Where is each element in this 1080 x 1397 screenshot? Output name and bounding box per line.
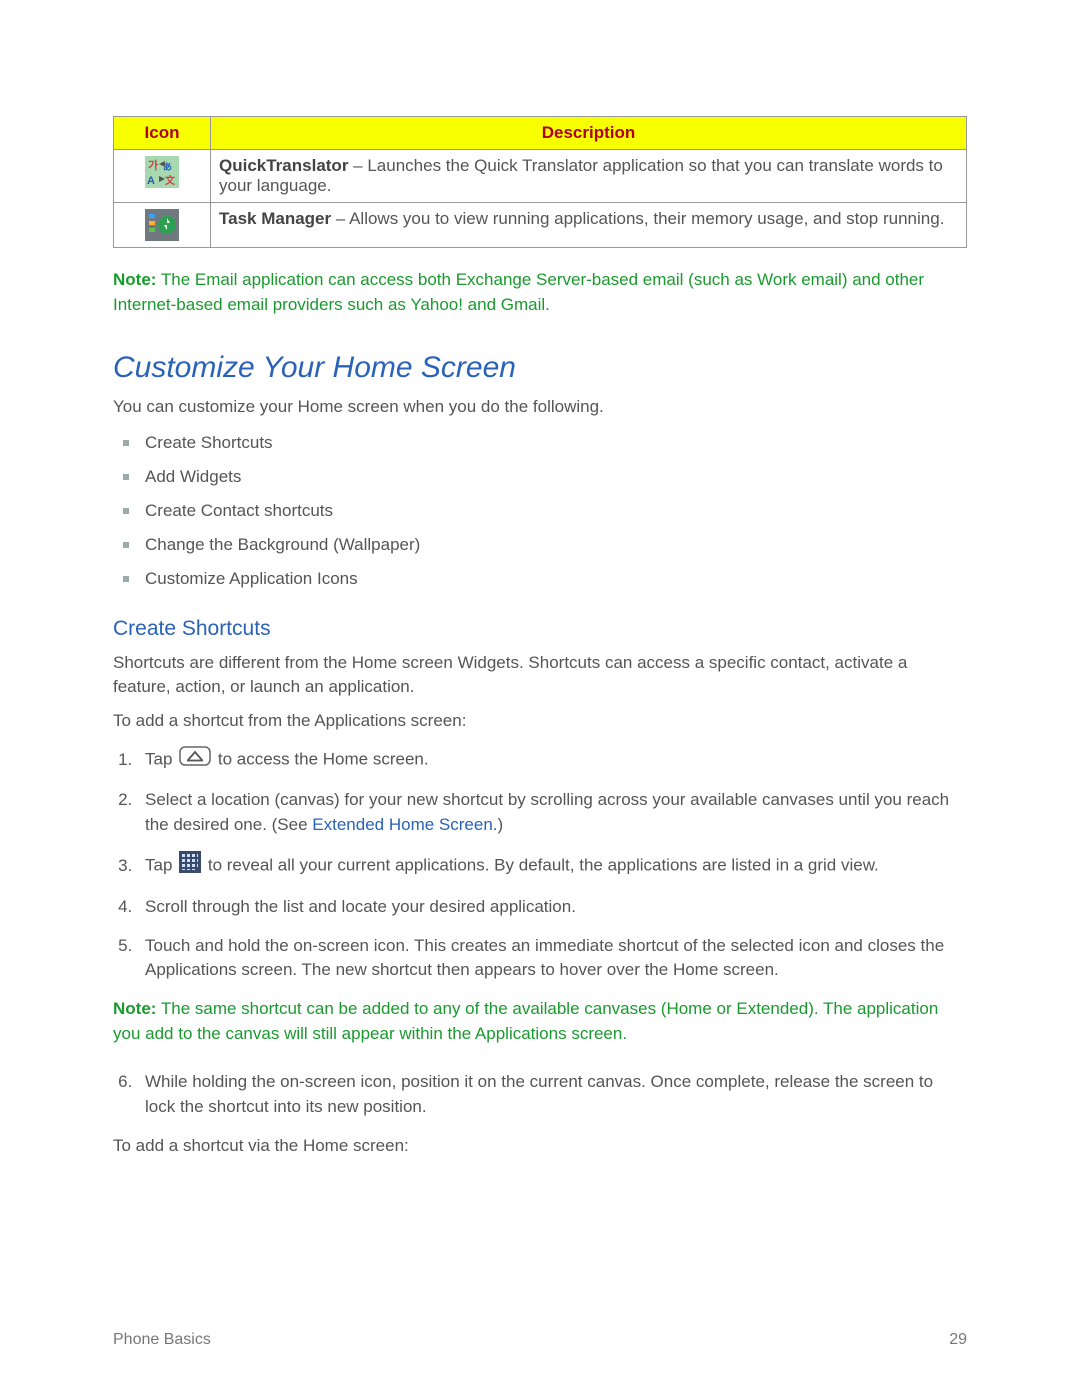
list-item: Change the Background (Wallpaper) [141,535,967,555]
step-1: Tap to access the Home screen. [137,746,967,774]
subsection-title: Create Shortcuts [113,617,967,641]
subsection-intro: Shortcuts are different from the Home sc… [113,651,967,699]
step-4: Scroll through the list and locate your … [137,895,967,920]
subsection-lead: To add a shortcut from the Applications … [113,709,967,733]
quicktranslator-icon: 가 あ A 文 [114,150,211,203]
footer-page-number: 29 [949,1331,967,1349]
page-footer: Phone Basics 29 [113,1331,967,1349]
footer-section: Phone Basics [113,1331,211,1349]
task-manager-icon [114,203,211,248]
icon-description-table: Icon Description 가 あ A 文 [113,116,967,248]
svg-text:A: A [147,175,155,187]
step-6: While holding the on-screen icon, positi… [137,1070,967,1119]
step-2: Select a location (canvas) for your new … [137,788,967,837]
list-item: Add Widgets [141,467,967,487]
step-3: Tap to reveal all your current applicati… [137,851,967,881]
document-page: Icon Description 가 あ A 文 [0,0,1080,1397]
note-shortcut: Note: The same shortcut can be added to … [113,997,967,1046]
table-row: 가 あ A 文 QuickTranslator – Launches the Q… [114,150,967,203]
table-row: Task Manager – Allows you to view runnin… [114,203,967,248]
home-button-icon [179,746,211,774]
quicktranslator-description: QuickTranslator – Launches the Quick Tra… [211,150,967,203]
note-email: Note: The Email application can access b… [113,268,967,317]
list-item: Create Contact shortcuts [141,501,967,521]
table-header-icon: Icon [114,117,211,150]
svg-text:가: 가 [148,158,158,172]
subsection-lead-2: To add a shortcut via the Home screen: [113,1134,967,1158]
list-item: Create Shortcuts [141,433,967,453]
apps-grid-icon [179,851,201,881]
section-intro: You can customize your Home screen when … [113,395,967,419]
section-title: Customize Your Home Screen [113,351,967,385]
list-item: Customize Application Icons [141,569,967,589]
customize-bullets: Create Shortcuts Add Widgets Create Cont… [113,433,967,589]
task-manager-description: Task Manager – Allows you to view runnin… [211,203,967,248]
extended-home-screen-link[interactable]: Extended Home Screen. [312,815,497,834]
steps-list: Tap to access the Home screen. Select a … [113,746,967,982]
svg-text:文: 文 [165,174,176,187]
step-5: Touch and hold the on-screen icon. This … [137,934,967,983]
table-header-description: Description [211,117,967,150]
steps-list-continued: While holding the on-screen icon, positi… [113,1070,967,1119]
